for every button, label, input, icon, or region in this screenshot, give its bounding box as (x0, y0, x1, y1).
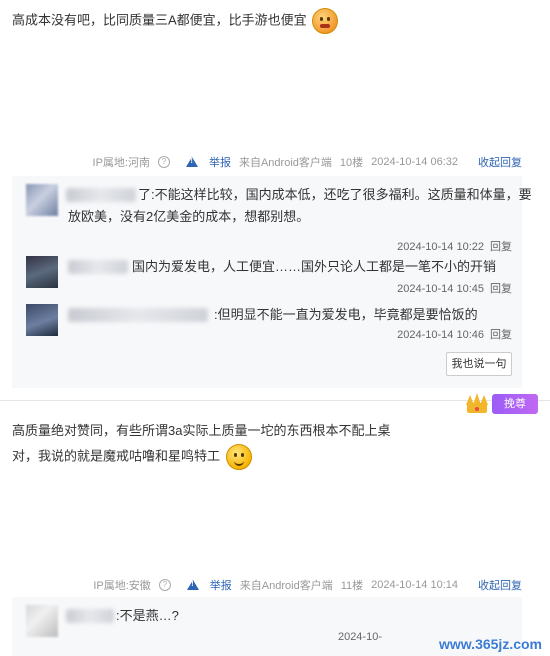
ip-location: IP属地:安徽 (93, 580, 151, 592)
post-content: 高成本没有吧，比同质量三A都便宜，比手游也便宜 (12, 8, 339, 34)
post-time: 2024-10-14 10:14 (371, 579, 458, 591)
reply-text-cont: 放欧美，没有2亿美金的成本，想都别想。 (68, 209, 310, 224)
add-reply-button[interactable]: 我也说一句 (446, 352, 512, 376)
avatar[interactable] (26, 304, 58, 336)
reply-time: 2024-10- (337, 631, 382, 643)
reply-name-suffix: 了 (138, 187, 152, 202)
list-item: :但明显不能一直为爱发电，毕竟都是要恰饭的 2024-10-14 10:46 回复 (26, 304, 512, 346)
username[interactable] (68, 260, 128, 274)
avatar[interactable] (26, 256, 58, 288)
reply-button[interactable]: 回复 (490, 329, 512, 341)
username[interactable] (66, 188, 136, 202)
client-source: 来自Android客户端 (239, 580, 333, 592)
ip-location: IP属地:河南 (92, 157, 150, 169)
post-text: 对，我说的就是魔戒咕噜和星鸣特工 (12, 448, 221, 464)
report-link[interactable]: 举报 (179, 577, 232, 593)
smile-emoji-icon (225, 444, 252, 470)
reply-list: 了:不能这样比较，国内成本低，还吃了很多福利。这质量和体量，要 放欧美，没有2亿… (12, 176, 532, 388)
avatar[interactable] (26, 184, 58, 216)
list-item: 国内为爱发电，人工便宜……国外只论人工都是一笔不小的开销 2024-10-14 … (26, 256, 512, 298)
angry-emoji-icon (312, 8, 339, 34)
post-time: 2024-10-14 06:32 (371, 156, 458, 168)
username[interactable] (68, 308, 208, 322)
reply-time: 2024-10-14 10:46 (397, 329, 484, 341)
help-icon[interactable]: ? (158, 579, 171, 591)
avatar[interactable] (26, 605, 58, 637)
post-text: 高成本没有吧，比同质量三A都便宜，比手游也便宜 (12, 12, 307, 28)
post-content: 对，我说的就是魔戒咕噜和星鸣特工 (12, 444, 252, 470)
post-meta: IP属地:河南? 举报 来自Android客户端 10楼 2024-10-14 … (77, 154, 522, 170)
reply-text: :不是燕…? (116, 608, 179, 623)
reply-time-row: 2024-10-14 10:22 回复 (397, 238, 512, 254)
reply-button[interactable]: 回复 (490, 283, 512, 295)
reply-text: :但明显不能一直为爱发电，毕竟都是要恰饭的 (214, 307, 478, 322)
reply-button[interactable]: 回复 (490, 241, 512, 253)
support-button[interactable]: 挽尊 (492, 394, 538, 414)
warning-icon (186, 580, 199, 590)
reply-text: :不能这样比较，国内成本低，还吃了很多福利。这质量和体量，要 (151, 187, 532, 202)
floor-number: 11楼 (340, 580, 364, 592)
username[interactable] (66, 609, 114, 623)
collapse-replies-button[interactable]: 收起回复 (478, 154, 522, 170)
post-meta: IP属地:安徽? 举报 来自Android客户端 11楼 2024-10-14 … (77, 577, 522, 593)
reply-text: 国内为爱发电，人工便宜……国外只论人工都是一笔不小的开销 (132, 259, 497, 274)
reply-time-row: 2024-10- (338, 631, 382, 643)
reply-time: 2024-10-14 10:22 (397, 241, 484, 253)
report-link[interactable]: 举报 (178, 154, 231, 170)
badge[interactable]: 挽尊 (464, 393, 538, 415)
warning-icon (185, 157, 198, 167)
collapse-replies-button[interactable]: 收起回复 (478, 577, 522, 593)
post-text: 高质量绝对赞同，有些所谓3a实际上质量一坨的东西根本不配上桌 (12, 423, 391, 438)
help-icon[interactable]: ? (157, 156, 170, 168)
crown-icon (464, 393, 490, 415)
list-item: 了:不能这样比较，国内成本低，还吃了很多福利。这质量和体量，要 放欧美，没有2亿… (26, 184, 532, 253)
reply-time-row: 2024-10-14 10:45 回复 (397, 280, 512, 296)
reply-time-row: 2024-10-14 10:46 回复 (397, 326, 512, 342)
watermark: www.365jz.com (439, 636, 542, 652)
floor-number: 10楼 (339, 157, 364, 169)
reply-time: 2024-10-14 10:45 (397, 283, 484, 295)
client-source: 来自Android客户端 (238, 157, 332, 169)
